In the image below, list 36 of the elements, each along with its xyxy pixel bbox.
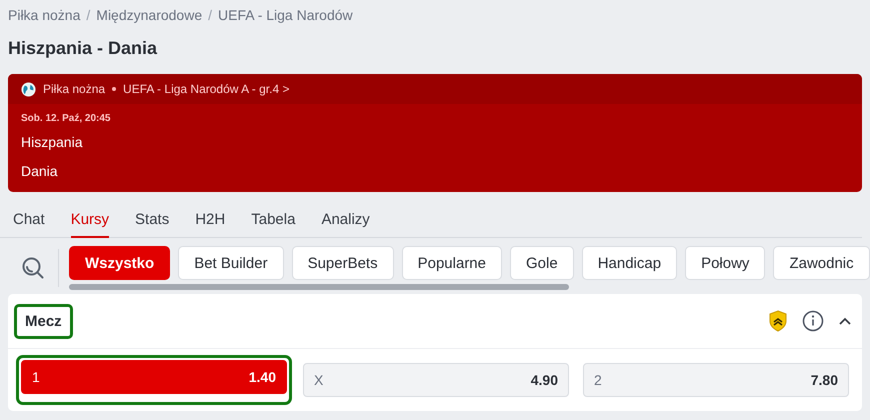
team-name: Hiszpania	[20, 132, 84, 152]
market-title: Mecz	[14, 304, 73, 338]
filter-chip[interactable]: Gole	[510, 246, 574, 280]
filter-chip[interactable]: Handicap	[582, 246, 678, 280]
shield-icon[interactable]	[768, 310, 788, 332]
odds-button[interactable]: X 4.90	[303, 363, 569, 397]
tab[interactable]: Kursy	[70, 210, 110, 238]
filter-chip[interactable]: Wszystko	[69, 246, 170, 280]
tab[interactable]: Analizy	[321, 210, 370, 238]
tab[interactable]: H2H	[195, 210, 226, 238]
scrollbar[interactable]	[69, 284, 569, 290]
competition-link[interactable]: UEFA - Liga Narodów A - gr.4 >	[123, 82, 290, 96]
collapse-icon[interactable]	[838, 316, 852, 326]
filter-chip[interactable]: Popularne	[402, 246, 502, 280]
sport-label: Piłka nożna	[43, 82, 106, 96]
info-icon[interactable]	[802, 310, 824, 332]
filter-chip[interactable]: Połowy	[685, 246, 766, 280]
filter-chip[interactable]: SuperBets	[292, 246, 394, 280]
team-name: Dania	[20, 162, 59, 180]
filter-chip[interactable]: Bet Builder	[178, 246, 284, 280]
globe-icon	[21, 82, 36, 96]
odds-button[interactable]: 2 7.80	[583, 363, 849, 397]
page-title: Hiszpania - Dania	[7, 37, 158, 60]
breadcrumb-separator: /	[208, 7, 212, 23]
filter-chip[interactable]: Zawodnic	[773, 246, 870, 280]
breadcrumb-link[interactable]: Międzynarodowe	[96, 7, 202, 23]
tab[interactable]: Stats	[135, 210, 170, 238]
search-icon[interactable]	[20, 255, 46, 281]
odds-button[interactable]: 1 1.40	[21, 360, 287, 394]
tab[interactable]: Chat	[13, 210, 45, 238]
event-datetime: Sob. 12. Paź, 20:45	[20, 112, 112, 126]
breadcrumb-link[interactable]: Piłka nożna	[8, 7, 80, 23]
separator-dot	[112, 87, 116, 91]
tab[interactable]: Tabela	[251, 210, 296, 238]
breadcrumb-link[interactable]: UEFA - Liga Narodów	[218, 7, 353, 23]
breadcrumb-separator: /	[86, 7, 90, 23]
